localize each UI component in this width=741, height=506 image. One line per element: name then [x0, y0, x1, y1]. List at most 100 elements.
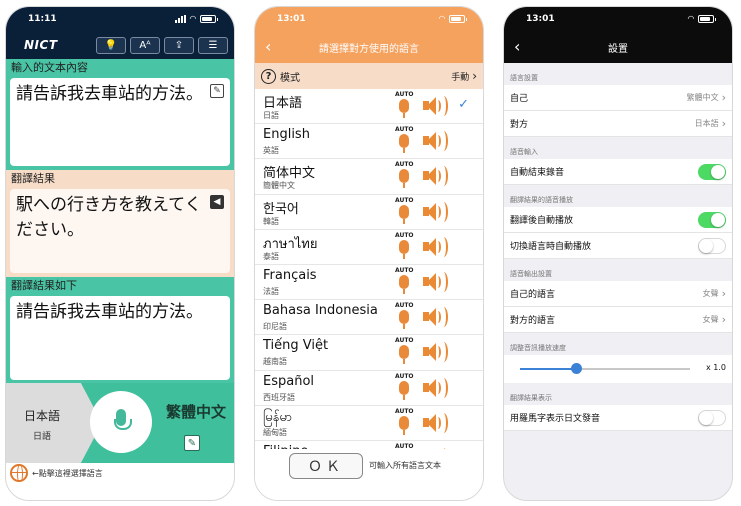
chevron-right-icon: › [721, 91, 726, 104]
speaker-icon[interactable] [423, 377, 453, 398]
toggle-switch[interactable] [698, 409, 726, 426]
speaker-icon[interactable] [423, 201, 453, 222]
auto-mic-button[interactable]: AUTO [395, 302, 414, 332]
language-row[interactable]: 日本語 日語 AUTO ✓ [255, 89, 483, 125]
microphone-icon [399, 134, 409, 154]
section-header: 語言設置 [510, 74, 538, 82]
microphone-icon [399, 99, 409, 118]
auto-label: AUTO [395, 126, 414, 134]
back-chevron-icon[interactable]: ‹ [265, 37, 271, 56]
speaker-icon[interactable] [423, 96, 453, 116]
settings-row[interactable]: 自動結束錄音 [504, 159, 732, 185]
language-name: Français [263, 267, 317, 283]
auto-label: AUTO [395, 231, 414, 239]
language-row[interactable]: မြန်မာ 緬甸語 AUTO [255, 406, 483, 441]
checkmark-icon: ✓ [458, 97, 469, 112]
speaker-icon[interactable] [423, 236, 453, 257]
back-chevron-icon[interactable]: ‹ [514, 37, 520, 56]
globe-icon[interactable] [10, 464, 28, 482]
menu-button[interactable]: ☰ [198, 36, 228, 54]
settings-row[interactable]: 翻譯後自動播放 [504, 207, 732, 233]
microphone-icon [399, 310, 409, 330]
auto-mic-button[interactable]: AUTO [395, 267, 414, 297]
input-text-box[interactable]: 請告訴我去車站的方法。 ✎ [10, 78, 230, 166]
section-header: 語音輸入 [510, 148, 538, 156]
language-row[interactable]: FilipinoAUTO [255, 441, 483, 449]
language-sub: 泰語 [263, 251, 279, 261]
microphone-icon [399, 274, 409, 294]
settings-row[interactable]: 用羅馬字表示日文發音 [504, 405, 732, 431]
keyboard-edit-icon[interactable]: ✎ [184, 435, 200, 451]
result-header: 翻譯結果 [6, 170, 234, 187]
auto-mic-button[interactable]: AUTO [395, 126, 414, 156]
speaker-icon[interactable] [423, 131, 453, 152]
language-row[interactable]: Tiếng Việt 越南語 AUTO [255, 335, 483, 371]
speaker-icon[interactable]: ◀ [210, 195, 224, 209]
settings-row[interactable]: 切換語言時自動播放 [504, 233, 732, 259]
auto-mic-button[interactable]: AUTO [395, 231, 414, 262]
playback-speed-row: x 1.0 [504, 355, 732, 383]
slider-thumb[interactable] [571, 363, 583, 374]
auto-mic-button[interactable]: AUTO [395, 408, 414, 438]
target-language[interactable]: 繁體中文 [166, 401, 226, 422]
language-row[interactable]: Français 法語 AUTO [255, 265, 483, 301]
settings-row[interactable]: 對方 日本語 › [504, 111, 732, 137]
language-sub: 日語 [263, 111, 279, 120]
toggle-switch[interactable] [698, 211, 726, 228]
auto-mic-button[interactable]: AUTO [395, 91, 414, 121]
settings-row[interactable]: 自己的語言 女聲 › [504, 281, 732, 307]
language-sub: 英語 [263, 146, 279, 156]
language-hint: ←點擊這裡選擇語言 [6, 463, 234, 483]
ok-button[interactable]: ＯＫ [289, 453, 363, 479]
status-time: 11:11 [28, 14, 57, 24]
footer-text: 可輸入所有語言文本 [369, 461, 441, 470]
language-name: Tiếng Việt [263, 338, 329, 354]
auto-mic-button[interactable]: AUTO [395, 161, 414, 191]
font-size-button[interactable]: Aᴬ [130, 36, 160, 54]
language-row[interactable]: 한국어 韓語 AUTO [255, 195, 483, 230]
nav-bar: ‹ 設置 [504, 31, 732, 63]
mode-value: 手動 › [451, 69, 477, 83]
language-sub: 西班牙語 [263, 392, 295, 402]
wifi-icon: ◠ [189, 14, 196, 23]
result-text-box: 駅への行き方を教えてください。 ◀ [10, 189, 230, 273]
settings-row[interactable]: 對方的語言 女聲 › [504, 307, 732, 333]
status-bar: 13:01 ◠ [504, 7, 732, 31]
share-button[interactable]: ⇪ [164, 36, 194, 54]
microphone-icon [114, 409, 132, 435]
section-header: 翻譯結果表示 [510, 394, 552, 402]
page-title: 請選擇對方使用的語言 [319, 43, 419, 55]
edit-icon[interactable]: ✎ [210, 84, 224, 98]
setting-label: 翻譯後自動播放 [510, 216, 574, 226]
speed-slider[interactable] [520, 363, 690, 374]
footer: ＯＫ 可輸入所有語言文本 [255, 449, 483, 500]
auto-mic-button[interactable]: AUTO [395, 373, 414, 403]
speaker-icon[interactable] [423, 307, 453, 328]
setting-label: 切換語言時自動播放 [510, 242, 592, 252]
speaker-icon[interactable] [423, 166, 453, 187]
language-row[interactable]: English 英語 AUTO [255, 124, 483, 160]
settings-row[interactable]: 自己 繁體中文 › [504, 85, 732, 111]
microphone-icon [399, 380, 409, 400]
back-translation-header: 翻譯結果如下 [6, 277, 234, 294]
language-row[interactable]: Español 西班牙語 AUTO [255, 371, 483, 406]
language-row[interactable]: Bahasa Indonesia 印尼語 AUTO [255, 300, 483, 336]
help-icon[interactable]: ? [261, 68, 276, 84]
speaker-icon[interactable] [423, 412, 453, 433]
auto-mic-button[interactable]: AUTO [395, 337, 414, 367]
back-translation-box: 請告訴我去車站的方法。 [10, 296, 230, 380]
mic-button[interactable] [90, 391, 152, 453]
auto-mic-button[interactable]: AUTO [395, 197, 414, 227]
font-size-icon: Aᴬ [139, 39, 151, 51]
language-list: 日本語 日語 AUTO ✓ English 英語 AUTO 简体中文 簡體中文 AUTO 한국어 韓語… [255, 89, 483, 449]
language-row[interactable]: ภาษาไทย 泰語 AUTO [255, 230, 483, 265]
toggle-switch[interactable] [698, 237, 726, 254]
language-row[interactable]: 简体中文 簡體中文 AUTO [255, 159, 483, 195]
wifi-icon: ◠ [438, 14, 445, 23]
setting-label: 用羅馬字表示日文發音 [510, 414, 601, 424]
mode-row[interactable]: ? 模式 手動 › [255, 63, 483, 89]
toggle-switch[interactable] [698, 163, 726, 180]
lightbulb-button[interactable]: 💡 [96, 36, 126, 54]
speaker-icon[interactable] [423, 271, 453, 292]
speaker-icon[interactable] [423, 342, 453, 363]
